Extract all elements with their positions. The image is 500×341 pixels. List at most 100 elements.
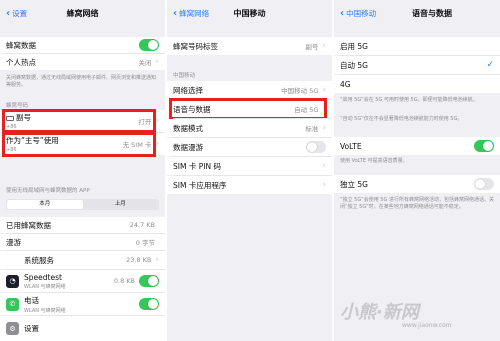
used-data-label: 已用蜂窝数据 [6, 220, 51, 230]
tab-last-month[interactable]: 上月 [83, 200, 159, 209]
data-mode-value: 标准 [305, 125, 319, 133]
network-select-value: 中国移动 5G [281, 87, 319, 95]
line-row-primary[interactable]: 作为“主号”使用 +86 无 SIM 卡 › [0, 133, 165, 155]
line2-status: 无 SIM 卡 [122, 141, 152, 149]
app-name: Speedtest WLAN 与蜂窝网络 [24, 273, 114, 290]
standalone-5g-note: “独立 5G”会使用 5G 进行所有蜂窝网络活动，包括蜂窝网络通话。关闭“独立 … [340, 197, 494, 210]
checkmark-icon: ✓ [486, 60, 494, 70]
sim-pin-row[interactable]: SIM 卡 PIN 码 › [167, 157, 332, 175]
page-title: 语音与数据 [412, 9, 452, 18]
data-roaming-toggle[interactable] [306, 141, 326, 153]
chevron-right-icon: › [155, 255, 159, 265]
section-header-carrier: 中国移动 [173, 73, 196, 79]
app2-network: WLAN 与蜂窝网络 [24, 307, 66, 314]
chevron-right-icon: › [322, 123, 326, 133]
app1-usage: 0.8 KB [113, 277, 135, 285]
line-name: 作为“主号”使用 +86 [6, 135, 123, 153]
chevron-right-icon: › [322, 180, 326, 190]
line-label-row[interactable]: 蜂窝号码标签 副号 › [167, 37, 332, 55]
app2-name: 电话 [24, 295, 39, 305]
app-row: ⚙ 设置 [0, 316, 165, 341]
option-label: 4G [340, 79, 351, 89]
section-header-apps: 使用无线局域网与蜂窝数据的 APP [6, 188, 90, 194]
roaming-label: 漫游 [6, 237, 21, 247]
data-roaming-row: 数据漫游 [167, 138, 332, 156]
speedtest-icon: ◔ [6, 274, 19, 288]
line2-number: +86 [6, 147, 17, 153]
data-mode-row[interactable]: 数据模式 标准 › [167, 119, 332, 137]
volte-label: VoLTE [340, 141, 362, 151]
chevron-right-icon: › [322, 161, 326, 171]
nav-bar: ‹ 设置 蜂窝网络 [0, 0, 165, 27]
line2-name: 作为“主号”使用 [6, 136, 59, 145]
cellular-data-toggle[interactable] [139, 39, 159, 51]
chevron-right-icon: › [322, 85, 326, 95]
cellular-data-label: 蜂窝数据 [6, 40, 36, 50]
volte-toggle[interactable] [474, 140, 494, 152]
volte-row: VoLTE [334, 137, 500, 155]
line1-number: +86 [6, 124, 17, 130]
chevron-right-icon: › [155, 139, 159, 149]
section-header-numbers: 蜂窝号码 [6, 103, 29, 109]
app-row: ✆ 电话 WLAN 与蜂窝网络 [0, 293, 165, 315]
cellular-data-row: 蜂窝数据 [0, 37, 165, 53]
sim-apps-label: SIM 卡应用程序 [173, 180, 227, 190]
data-roaming-label: 数据漫游 [173, 142, 203, 152]
nav-bar: ‹ 蜂窝网络 中国移动 [167, 0, 332, 27]
system-services-label: 系统服务 [24, 255, 54, 265]
line1-status: 打开 [138, 118, 152, 126]
network-select-label: 网络选择 [173, 85, 203, 95]
network-select-row[interactable]: 网络选择 中国移动 5G › [167, 81, 332, 99]
used-data-value: 24.7 KB [129, 221, 155, 229]
sim-apps-row[interactable]: SIM 卡应用程序 › [167, 176, 332, 194]
carrier-settings-panel: ‹ 蜂窝网络 中国移动 蜂窝号码标签 副号 › 中国移动 网络选择 中国移动 5… [167, 0, 332, 341]
page-title: 中国移动 [233, 9, 266, 18]
chevron-right-icon: › [155, 57, 159, 67]
system-services-row[interactable]: 系统服务 23.8 KB › [0, 251, 165, 269]
tab-current-month[interactable]: 本月 [7, 200, 83, 209]
app-name: 电话 WLAN 与蜂窝网络 [24, 295, 139, 314]
line-row-secondary[interactable]: 副号 +86 打开 › [0, 110, 165, 132]
standalone-5g-toggle[interactable] [474, 178, 494, 190]
option-4g[interactable]: 4G [334, 75, 500, 93]
voice-data-value: 自动 5G [294, 106, 319, 114]
option-label: 自动 5G [340, 60, 368, 70]
chevron-right-icon: › [322, 104, 326, 114]
cellular-data-note: 关闭蜂窝数据，通过无线局域网使用电子邮件、网页浏览和推送通知等服务。 [6, 75, 157, 88]
used-data-row: 已用蜂窝数据 24.7 KB [0, 217, 165, 233]
settings-gear-icon: ⚙ [6, 322, 19, 335]
app1-network: WLAN 与蜂窝网络 [24, 283, 66, 290]
watermark-logo: 小熊·新网 [340, 302, 419, 323]
period-segmented-control: 本月 上月 [6, 199, 159, 210]
watermark-url: www.jiaonw.com [402, 322, 452, 329]
sim-icon [6, 115, 14, 121]
standalone-5g-label: 独立 5G [340, 179, 368, 189]
sim-pin-label: SIM 卡 PIN 码 [173, 161, 221, 171]
voice-data-panel: ‹ 中国移动 语音与数据 启用 5G 自动 5G ✓ 4G “启用 5G”会在 … [334, 0, 500, 341]
chevron-left-icon: ‹ [340, 7, 345, 19]
5g-note-auto: “自动 5G”仅在不会显著降低电池续航能力时使用 5G。 [340, 116, 463, 122]
option-5g-on[interactable]: 启用 5G [334, 37, 500, 55]
5g-note-on: “启用 5G”会在 5G 可用时使用 5G，即便可能降低电池续航。 [340, 97, 478, 103]
app3-name: 设置 [24, 324, 39, 333]
system-services-value: 23.8 KB [126, 256, 152, 264]
app2-toggle[interactable] [139, 298, 159, 310]
nav-bar: ‹ 中国移动 语音与数据 [334, 0, 500, 27]
app1-toggle[interactable] [139, 275, 159, 287]
volte-note: 使用 VoLTE 可提高语音质量。 [340, 158, 408, 164]
line-name: 副号 +86 [6, 112, 138, 130]
option-5g-auto[interactable]: 自动 5G ✓ [334, 56, 500, 74]
option-label: 启用 5G [340, 41, 368, 51]
page-title: 蜂窝网络 [66, 9, 99, 18]
data-mode-label: 数据模式 [173, 123, 203, 133]
app-row: ◔ Speedtest WLAN 与蜂窝网络 0.8 KB [0, 270, 165, 292]
chevron-right-icon: › [155, 116, 159, 126]
line-label-value: 副号 [305, 43, 319, 51]
cellular-settings-panel: ‹ 设置 蜂窝网络 蜂窝数据 个人热点 关闭 › 关闭蜂窝数据，通过无线局域网使… [0, 0, 165, 341]
voice-data-row[interactable]: 语音与数据 自动 5G › [167, 100, 332, 118]
hotspot-row[interactable]: 个人热点 关闭 › [0, 54, 165, 70]
hotspot-value: 关闭 [138, 59, 152, 67]
line1-name: 副号 [16, 113, 31, 122]
line-label-label: 蜂窝号码标签 [173, 41, 218, 51]
standalone-5g-row: 独立 5G [334, 175, 500, 193]
